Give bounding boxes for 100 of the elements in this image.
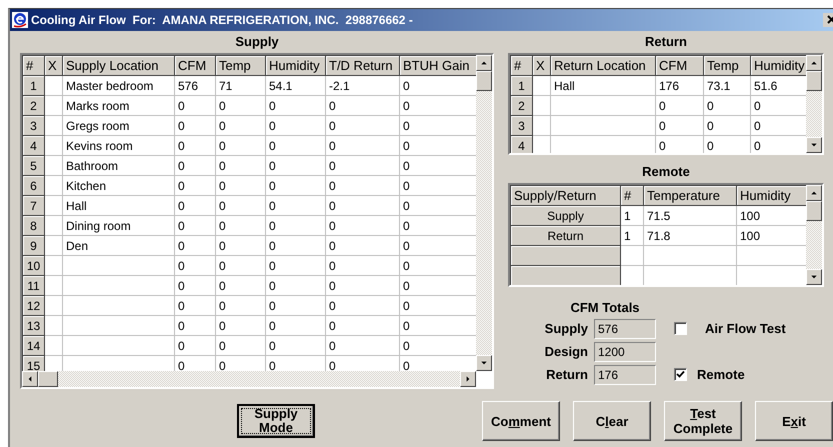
total-field: 1200: [594, 342, 656, 362]
table-cell: 0: [266, 116, 326, 136]
table-cell: 54.1: [266, 76, 326, 96]
row-header[interactable]: Supply: [510, 206, 620, 226]
table-cell: Kevins room: [62, 136, 174, 156]
row-header[interactable]: 2: [510, 96, 532, 116]
column-header[interactable]: Supply/Return: [510, 186, 620, 206]
row-header[interactable]: 10: [22, 256, 44, 276]
checkbox[interactable]: [674, 322, 687, 335]
table-cell: 0: [174, 296, 216, 316]
table-cell: 0: [266, 196, 326, 216]
row-header[interactable]: 3: [22, 116, 44, 136]
row-header[interactable]: 1: [510, 76, 532, 96]
scroll-thumb[interactable]: [38, 371, 58, 387]
vertical-scrollbar[interactable]: [476, 55, 492, 371]
row-header[interactable]: 12: [22, 296, 44, 316]
column-header[interactable]: Temp: [704, 56, 750, 76]
table-cell: 0: [266, 136, 326, 156]
scroll-thumb[interactable]: [806, 201, 822, 221]
section-heading: Supply: [234, 33, 280, 51]
column-header[interactable]: X: [44, 56, 62, 76]
vertical-scrollbar[interactable]: [806, 55, 822, 153]
table-cell: Den: [62, 236, 174, 256]
scroll-up-button[interactable]: [806, 185, 822, 201]
dialog-button[interactable]: Clear: [573, 401, 651, 441]
horizontal-scrollbar[interactable]: [22, 371, 476, 387]
table-cell: 0: [216, 136, 266, 156]
table-cell: 0: [216, 96, 266, 116]
field-label: Return: [545, 366, 588, 384]
row-header[interactable]: 5: [22, 156, 44, 176]
scroll-up-button[interactable]: [806, 55, 822, 71]
column-header[interactable]: X: [532, 56, 550, 76]
scroll-left-button[interactable]: [22, 371, 38, 387]
column-header[interactable]: #: [510, 56, 532, 76]
table-cell: Dining room: [62, 216, 174, 236]
row-header[interactable]: 9: [22, 236, 44, 256]
row-header[interactable]: 15: [22, 356, 44, 371]
table-cell: 0: [656, 96, 704, 116]
row-header[interactable]: Return: [510, 226, 620, 246]
row-header[interactable]: 1: [22, 76, 44, 96]
table-cell: 71: [216, 76, 266, 96]
dialog-button[interactable]: Comment: [482, 401, 560, 441]
column-header[interactable]: #: [22, 56, 44, 76]
column-header[interactable]: BTUH Gain: [400, 56, 476, 76]
row-header[interactable]: 8: [22, 216, 44, 236]
table-cell: 0: [266, 176, 326, 196]
table-cell: 0: [266, 336, 326, 356]
vertical-scrollbar[interactable]: [806, 185, 822, 285]
column-header[interactable]: T/D Return: [326, 56, 400, 76]
dialog-button[interactable]: Exit: [755, 401, 833, 441]
table-cell: 0: [216, 216, 266, 236]
app-icon: [12, 12, 28, 28]
table-cell: 0: [266, 236, 326, 256]
field-label: Design: [544, 342, 588, 361]
table-cell: Hall: [550, 76, 656, 96]
row-header[interactable]: 7: [22, 196, 44, 216]
scroll-right-button[interactable]: [460, 371, 476, 387]
table-cell: 0: [216, 176, 266, 196]
table-cell: 0: [326, 276, 400, 296]
row-header[interactable]: 11: [22, 276, 44, 296]
row-header[interactable]: 3: [510, 116, 532, 136]
scroll-thumb[interactable]: [806, 71, 822, 91]
column-header[interactable]: CFM: [656, 56, 704, 76]
table-cell: 0: [174, 256, 216, 276]
row-header[interactable]: 4: [22, 136, 44, 156]
column-header[interactable]: #: [620, 186, 644, 206]
column-header[interactable]: Temperature: [644, 186, 736, 206]
down-arrow-icon: [480, 359, 488, 367]
column-header[interactable]: Humidity: [266, 56, 326, 76]
row-header[interactable]: 13: [22, 316, 44, 336]
table-cell: 0: [216, 256, 266, 276]
row-header[interactable]: 2: [22, 96, 44, 116]
scroll-down-button[interactable]: [806, 137, 822, 153]
column-header[interactable]: Humidity: [750, 56, 806, 76]
section-heading: CFM Totals: [569, 299, 641, 317]
table-cell: 0: [174, 336, 216, 356]
checkbox[interactable]: [674, 368, 687, 381]
scroll-down-button[interactable]: [806, 269, 822, 285]
total-field: 176: [594, 364, 656, 384]
dialog-button[interactable]: Test Complete: [664, 401, 742, 441]
table-cell: Bathroom: [62, 156, 174, 176]
table-cell: 0: [266, 256, 326, 276]
scroll-down-button[interactable]: [476, 355, 492, 371]
row-header[interactable]: 6: [22, 176, 44, 196]
table-cell: 0: [174, 236, 216, 256]
row-header[interactable]: 4: [510, 136, 532, 153]
dialog-button[interactable]: Supply Mode: [237, 404, 315, 438]
scroll-up-button[interactable]: [476, 55, 492, 71]
table-cell: 73.1: [704, 76, 750, 96]
column-header[interactable]: Supply Location: [62, 56, 174, 76]
column-header[interactable]: CFM: [174, 56, 216, 76]
table-cell: Master bedroom: [62, 76, 174, 96]
table-cell: 71.8: [644, 226, 736, 246]
column-header[interactable]: Humidity: [736, 186, 806, 206]
table-cell: 0: [266, 216, 326, 236]
column-header[interactable]: Return Location: [550, 56, 656, 76]
column-header[interactable]: Temp: [216, 56, 266, 76]
row-header[interactable]: 14: [22, 336, 44, 356]
close-button[interactable]: [823, 13, 833, 27]
scroll-thumb[interactable]: [476, 71, 492, 91]
